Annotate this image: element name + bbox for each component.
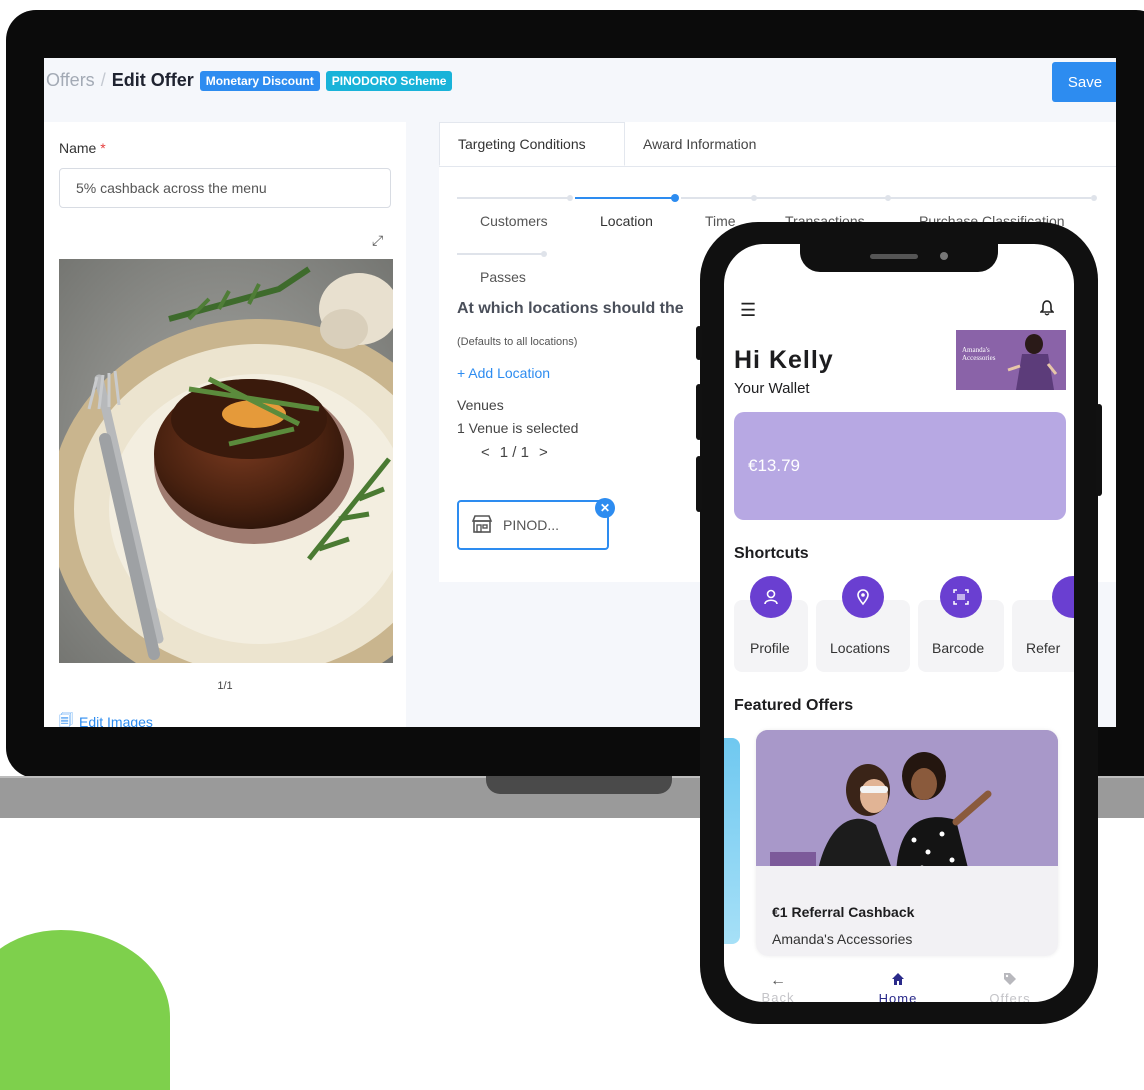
phone-notch bbox=[800, 244, 998, 272]
nav-home[interactable]: Home bbox=[858, 972, 938, 1002]
step-time[interactable]: Time bbox=[705, 213, 736, 229]
breadcrumb-separator: / bbox=[100, 70, 106, 90]
home-icon bbox=[858, 972, 938, 991]
chevron-right-icon[interactable]: > bbox=[539, 444, 548, 461]
shortcut-refer-label: Refer bbox=[1026, 640, 1061, 656]
store-icon bbox=[471, 514, 493, 537]
laptop-hinge-notch bbox=[486, 776, 672, 794]
phone-mute-button bbox=[696, 326, 702, 360]
featured-offer-title: €1 Referral Cashback bbox=[772, 904, 915, 920]
header: Offers / Edit Offer Monetary Discount PI… bbox=[44, 58, 1116, 106]
image-pager: 1/1 bbox=[217, 680, 233, 692]
nav-back-label: Back bbox=[761, 990, 795, 1002]
venue-chip[interactable]: PINOD... ✕ bbox=[457, 498, 615, 550]
page-title: Edit Offer bbox=[111, 70, 194, 90]
stepper-track-active bbox=[575, 197, 673, 199]
phone-volume-up-button bbox=[696, 384, 702, 440]
step-dot-transactions bbox=[885, 195, 891, 201]
venues-label: Venues bbox=[457, 397, 504, 413]
step-passes[interactable]: Passes bbox=[480, 269, 526, 285]
wallet-balance: €13.79 bbox=[748, 456, 800, 475]
scheme-badge: PINODORO Scheme bbox=[325, 70, 453, 91]
tag-icon bbox=[970, 972, 1050, 991]
shortcut-locations-label: Locations bbox=[830, 640, 890, 656]
step-dot-location bbox=[671, 194, 679, 202]
name-field-label: Name * bbox=[59, 140, 106, 156]
nav-home-label: Home bbox=[878, 991, 918, 1002]
step-location[interactable]: Location bbox=[600, 213, 653, 229]
close-icon[interactable]: ✕ bbox=[595, 498, 615, 518]
nav-back[interactable]: ← Back bbox=[738, 972, 818, 1002]
venue-chip-label: PINOD... bbox=[503, 517, 560, 533]
greeting: Hi Kelly bbox=[734, 346, 834, 374]
shortcut-profile-label: Profile bbox=[750, 640, 790, 656]
offer-details-card: Name * 5% cashback across the menu ⤢ 1/1… bbox=[44, 122, 406, 727]
notch-camera bbox=[940, 252, 948, 260]
stepper-track bbox=[457, 197, 569, 199]
person-icon bbox=[750, 576, 792, 618]
breadcrumb-offers-link[interactable]: Offers bbox=[46, 70, 95, 91]
location-pin-icon bbox=[842, 576, 884, 618]
image-edit-icon: 🗐 bbox=[59, 712, 73, 727]
phone-power-button bbox=[1096, 404, 1102, 496]
decorative-green-blob bbox=[0, 930, 170, 1090]
nav-offers[interactable]: Offers bbox=[970, 972, 1050, 1002]
phone-screen: ☰ Amanda's Accessories Hi Kelly Your Wal… bbox=[724, 244, 1074, 1002]
featured-offer-card[interactable]: €1 Referral Cashback Amanda's Accessorie… bbox=[756, 730, 1058, 956]
bottom-nav: ← Back Home Offers bbox=[724, 972, 1074, 1002]
featured-offers-title: Featured Offers bbox=[734, 697, 854, 714]
offer-image bbox=[59, 259, 393, 663]
wallet-card[interactable]: €13.79 bbox=[734, 412, 1066, 520]
save-button[interactable]: Save bbox=[1052, 62, 1116, 102]
tab-award-information[interactable]: Award Information bbox=[625, 122, 774, 166]
stepper-track bbox=[457, 253, 543, 255]
venues-selected-count: 1 Venue is selected bbox=[457, 420, 579, 436]
offer-type-badge: Monetary Discount bbox=[199, 70, 320, 91]
step-dot-passes bbox=[541, 251, 547, 257]
step-customers[interactable]: Customers bbox=[480, 213, 548, 229]
barcode-icon bbox=[940, 576, 982, 618]
location-question: At which locations should the bbox=[457, 300, 684, 317]
wallet-label: Your Wallet bbox=[734, 380, 810, 397]
tab-targeting-conditions[interactable]: Targeting Conditions bbox=[439, 122, 625, 166]
expand-icon[interactable]: ⤢ bbox=[372, 232, 383, 249]
tab-bar: Targeting Conditions Award Information bbox=[439, 122, 1116, 167]
phone-frame: ☰ Amanda's Accessories Hi Kelly Your Wal… bbox=[696, 222, 1102, 1024]
step-dot-purchase-classification bbox=[1091, 195, 1097, 201]
phone-volume-down-button bbox=[696, 456, 702, 512]
edit-images-link[interactable]: 🗐 Edit Images bbox=[59, 710, 153, 727]
step-dot-customers bbox=[567, 195, 573, 201]
previous-offer-card[interactable] bbox=[724, 738, 740, 944]
notch-speaker bbox=[870, 254, 918, 259]
edit-images-label: Edit Images bbox=[79, 714, 153, 727]
arrow-left-icon: ← bbox=[770, 972, 786, 989]
featured-offer-image bbox=[756, 730, 1058, 880]
name-input[interactable]: 5% cashback across the menu bbox=[59, 168, 391, 208]
merchant-banner[interactable]: Amanda's Accessories bbox=[956, 330, 1066, 390]
nav-offers-label: Offers bbox=[989, 991, 1031, 1002]
shortcut-barcode-label: Barcode bbox=[932, 640, 985, 656]
add-location-link[interactable]: + Add Location bbox=[457, 365, 550, 381]
shortcuts-title: Shortcuts bbox=[734, 545, 809, 562]
venue-pager: < 1 / 1 > bbox=[481, 444, 548, 461]
breadcrumb: Offers / Edit Offer Monetary Discount PI… bbox=[46, 70, 453, 91]
venue-pager-text: 1 / 1 bbox=[499, 444, 529, 461]
location-hint: (Defaults to all locations) bbox=[457, 336, 578, 348]
step-dot-time bbox=[751, 195, 757, 201]
required-marker: * bbox=[100, 140, 106, 156]
featured-offer-merchant: Amanda's Accessories bbox=[772, 931, 913, 947]
hamburger-menu-icon[interactable]: ☰ bbox=[740, 300, 756, 321]
bell-icon[interactable] bbox=[1039, 300, 1055, 321]
chevron-left-icon[interactable]: < bbox=[481, 444, 490, 461]
